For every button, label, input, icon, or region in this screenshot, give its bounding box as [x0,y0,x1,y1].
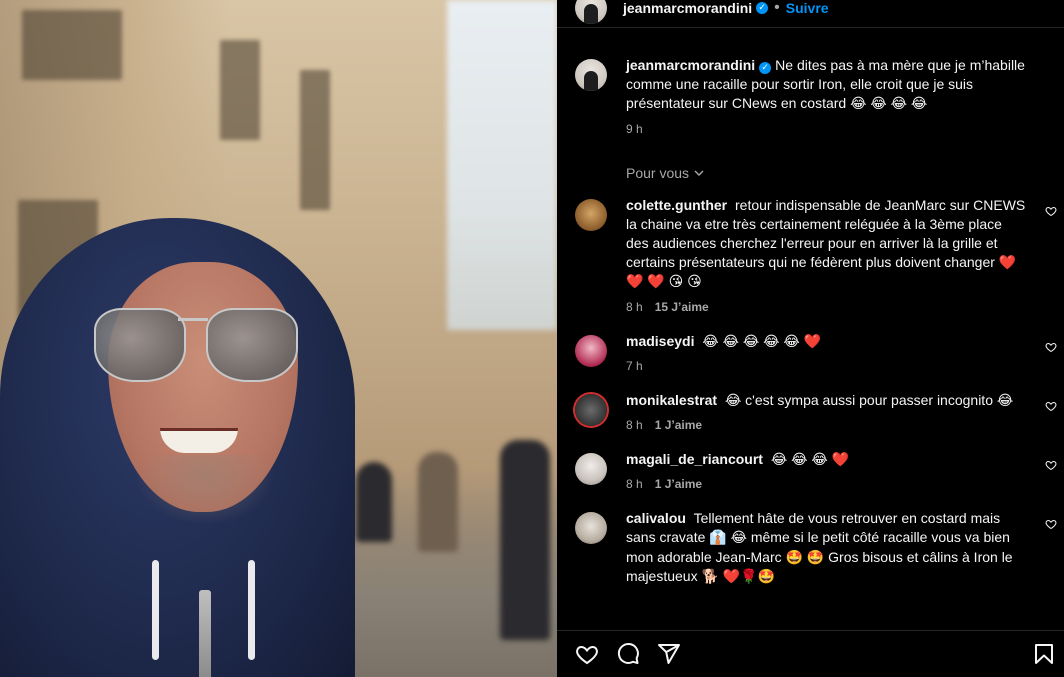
sunglasses-bridge [178,318,208,321]
comment-icon [617,642,639,664]
passerby [500,440,550,640]
comment-time[interactable]: 7 h [626,359,643,373]
comment-username[interactable]: colette.gunther [626,197,727,213]
sky [447,0,557,330]
hoodie-cord [152,560,159,660]
window [220,40,260,140]
post-header: jeanmarcmorandini ✓ • Suivre [557,0,1064,28]
comment-item: calivalou Tellement hâte de vous retrouv… [557,509,1064,586]
author-avatar[interactable] [575,59,607,91]
follow-button[interactable]: Suivre [786,0,829,16]
comment-item: madiseydi 😂 😂 😂 😂 😂 ❤️ 7 h [557,332,1064,373]
caption-time[interactable]: 9 h [626,122,643,136]
caption-username[interactable]: jeanmarcmorandini [626,57,755,73]
heart-icon[interactable] [1045,459,1057,471]
comment-time[interactable]: 8 h [626,477,643,491]
heart-icon[interactable] [1045,518,1057,530]
comment-username[interactable]: magali_de_riancourt [626,451,763,467]
caption-text: jeanmarcmorandini ✓ Ne dites pas à ma mère… [626,56,1026,114]
heart-icon[interactable] [1045,341,1057,353]
author-username[interactable]: jeanmarcmorandini [623,0,752,16]
sunglasses-lens-left [94,308,186,382]
window [300,70,330,210]
heart-icon[interactable] [1045,205,1057,217]
comment-likes[interactable]: 1 J’aime [655,418,702,432]
verified-badge-icon: ✓ [759,61,772,74]
commenter-avatar[interactable] [575,198,607,231]
sunglasses-lens-right [206,308,298,382]
like-button[interactable] [575,642,599,666]
verified-badge-icon: ✓ [756,1,769,14]
comment-likes[interactable]: 15 J’aime [655,300,709,314]
post-side-panel: jeanmarcmorandini ✓ • Suivre jeanmarcmor… [557,0,1064,677]
comment-item: colette.gunther retour indispensable de … [557,196,1064,314]
comment-username[interactable]: calivalou [626,510,686,526]
commenter-avatar[interactable] [575,334,607,367]
comment-username[interactable]: monikalestrat [626,392,717,408]
heart-icon [576,645,598,665]
chevron-down-icon [694,170,704,176]
comment-text: 😂 😂 😂 ❤️ [770,451,850,468]
comment-item: magali_de_riancourt 😂 😂 😂 ❤️ 8 h 1 J’aime [557,450,1064,491]
post-photo[interactable] [0,0,557,677]
comment-time[interactable]: 8 h [626,418,643,432]
beard [135,455,275,525]
heart-icon[interactable] [1045,400,1057,412]
share-button[interactable] [657,642,681,666]
comment-text: 😂 c'est sympa aussi pour passer incognit… [724,391,1014,408]
comment-time[interactable]: 8 h [626,300,643,314]
author-avatar[interactable] [575,0,607,24]
commenter-avatar[interactable] [575,393,607,426]
passerby [418,452,458,552]
commenter-avatar[interactable] [575,512,607,545]
post-action-bar [557,630,1064,677]
comment-button[interactable] [616,642,640,666]
save-button[interactable] [1032,642,1056,666]
feed-filter-dropdown[interactable]: Pour vous [626,165,1064,181]
hoodie-cord [248,560,255,660]
comments-scroll-area[interactable]: jeanmarcmorandini ✓ Ne dites pas à ma mère… [557,56,1064,631]
comment-username[interactable]: madiseydi [626,333,694,349]
post-caption: jeanmarcmorandini ✓ Ne dites pas à ma mère… [557,56,1064,136]
comment-likes[interactable]: 1 J’aime [655,477,702,491]
comment-text: 😂 😂 😂 😂 😂 ❤️ [702,332,822,349]
commenter-avatar[interactable] [575,453,607,486]
share-icon [658,644,680,664]
comment-item: monikalestrat 😂 c'est sympa aussi pour p… [557,391,1064,432]
window [22,10,122,80]
feed-filter-label: Pour vous [626,164,690,181]
bookmark-icon [1035,644,1053,664]
passerby [356,462,392,542]
zipper [199,590,211,677]
separator-dot: • [774,0,780,16]
